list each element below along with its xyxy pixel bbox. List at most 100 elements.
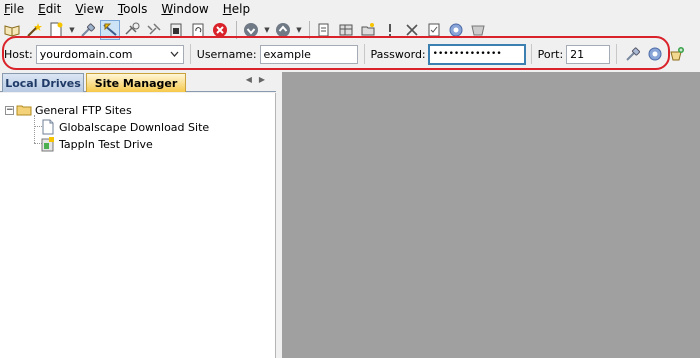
main-workspace (282, 72, 700, 358)
menu-help[interactable]: Help (223, 2, 250, 16)
tree-node-site[interactable]: TappIn Test Drive (40, 136, 153, 152)
compare-button[interactable] (468, 20, 488, 40)
tab-local-drives[interactable]: Local Drives (2, 73, 84, 92)
toolbar-separator (236, 21, 237, 39)
gear-icon (449, 23, 463, 37)
delete-button[interactable] (402, 20, 422, 40)
host-combobox[interactable]: yourdomain.com (35, 44, 184, 64)
edit-button[interactable] (314, 20, 334, 40)
view-button[interactable] (336, 20, 356, 40)
add-to-site-manager-button[interactable] (667, 44, 687, 64)
quick-connect-bar: Host: yourdomain.com Username: example P… (0, 42, 700, 66)
tree-node-general-ftp-sites[interactable]: − General FTP Sites (5, 102, 132, 118)
quick-connect-button[interactable] (122, 20, 142, 40)
left-pane-tabs: Local Drives Site Manager ◀▶ (0, 72, 276, 92)
view-grid-icon (339, 24, 353, 36)
checked-document-icon (428, 23, 440, 37)
menu-view-rest: iew (83, 2, 104, 16)
menu-tools-rest: ools (123, 2, 148, 16)
field-separator-4 (616, 44, 618, 64)
password-input[interactable]: ••••••••••••• (427, 43, 526, 65)
upload-arrow-icon (276, 23, 290, 37)
download-dropdown-arrow[interactable]: ▼ (263, 20, 271, 40)
exclamation-icon (389, 24, 391, 36)
properties-button[interactable] (424, 20, 444, 40)
menu-window-accel: W (161, 2, 174, 16)
menu-window-rest: indow (173, 2, 209, 16)
site-manager-icon (103, 23, 117, 36)
menu-help-rest: elp (231, 2, 251, 16)
upload-button[interactable] (273, 20, 293, 40)
menu-tools[interactable]: Tools (118, 2, 148, 16)
tray-icon (471, 25, 485, 36)
upload-dropdown-arrow[interactable]: ▼ (295, 20, 303, 40)
username-input[interactable]: example (259, 44, 358, 64)
disconnect-icon (147, 23, 161, 35)
menu-help-accel: H (222, 2, 232, 16)
menu-edit-rest: dit (45, 2, 62, 16)
connect-button[interactable] (78, 20, 98, 40)
delete-x-icon (406, 24, 418, 36)
options-button[interactable] (446, 20, 466, 40)
site-tree: − General FTP Sites Globalscape Download… (0, 93, 276, 358)
new-document-icon (50, 22, 63, 38)
port-input[interactable]: 21 (566, 44, 611, 64)
download-button[interactable] (241, 20, 261, 40)
quick-connect-go-button[interactable] (623, 44, 643, 64)
tappin-site-icon (41, 137, 54, 152)
menu-view[interactable]: View (75, 2, 103, 16)
username-label: Username: (196, 47, 257, 61)
add-site-icon (670, 47, 685, 61)
site-manager-button[interactable] (100, 20, 120, 40)
menu-edit[interactable]: Edit (38, 2, 61, 16)
port-label: Port: (537, 47, 564, 61)
stop-button[interactable] (210, 20, 230, 40)
menu-file-rest: ile (10, 2, 25, 16)
plug-icon (626, 47, 641, 61)
disconnect-button[interactable] (144, 20, 164, 40)
clipboard-icon (170, 23, 182, 38)
field-separator-3 (530, 44, 532, 64)
tree-connector (34, 115, 35, 143)
toolbar-separator-2 (309, 21, 310, 39)
new-folder-icon (361, 23, 375, 36)
document-icon (42, 119, 54, 135)
tree-node-label: General FTP Sites (35, 103, 132, 117)
menu-window[interactable]: Window (161, 2, 208, 16)
refresh-document-icon (192, 23, 204, 38)
download-arrow-icon (244, 23, 258, 37)
stop-icon (213, 23, 227, 37)
host-label: Host: (4, 47, 33, 61)
refresh-queue-button[interactable] (188, 20, 208, 40)
edit-document-icon (318, 23, 329, 37)
tree-collapse-toggle[interactable]: − (5, 105, 14, 115)
new-folder-button[interactable] (358, 20, 378, 40)
magic-wand-icon (27, 23, 42, 37)
menu-bar: File Edit View Tools Window Help (0, 0, 700, 18)
gear-icon (648, 47, 662, 61)
open-book-button[interactable] (2, 20, 22, 40)
quick-connect-options-button[interactable] (645, 44, 665, 64)
field-separator (189, 44, 191, 64)
rename-button[interactable] (380, 20, 400, 40)
chevron-down-icon[interactable] (170, 51, 179, 57)
password-label: Password: (370, 47, 426, 61)
wizard-button[interactable] (24, 20, 44, 40)
main-toolbar: ▼ ▼ ▼ (0, 18, 700, 42)
menu-edit-accel: E (38, 2, 46, 16)
field-separator-2 (363, 44, 365, 64)
quick-connect-icon (125, 22, 140, 35)
plug-connect-icon (81, 23, 95, 37)
transfer-queue-button[interactable] (166, 20, 186, 40)
host-input[interactable]: yourdomain.com (40, 48, 133, 61)
folder-icon (16, 105, 32, 116)
open-book-icon (4, 25, 20, 37)
tree-node-label: TappIn Test Drive (59, 137, 153, 151)
tab-scroll-arrows[interactable]: ◀▶ (246, 75, 272, 84)
new-dropdown-arrow[interactable]: ▼ (68, 20, 76, 40)
tree-node-site[interactable]: Globalscape Download Site (40, 119, 209, 135)
tree-node-label: Globalscape Download Site (59, 120, 210, 134)
new-button[interactable] (46, 20, 66, 40)
menu-file[interactable]: File (4, 2, 24, 16)
tab-site-manager[interactable]: Site Manager (86, 73, 186, 92)
